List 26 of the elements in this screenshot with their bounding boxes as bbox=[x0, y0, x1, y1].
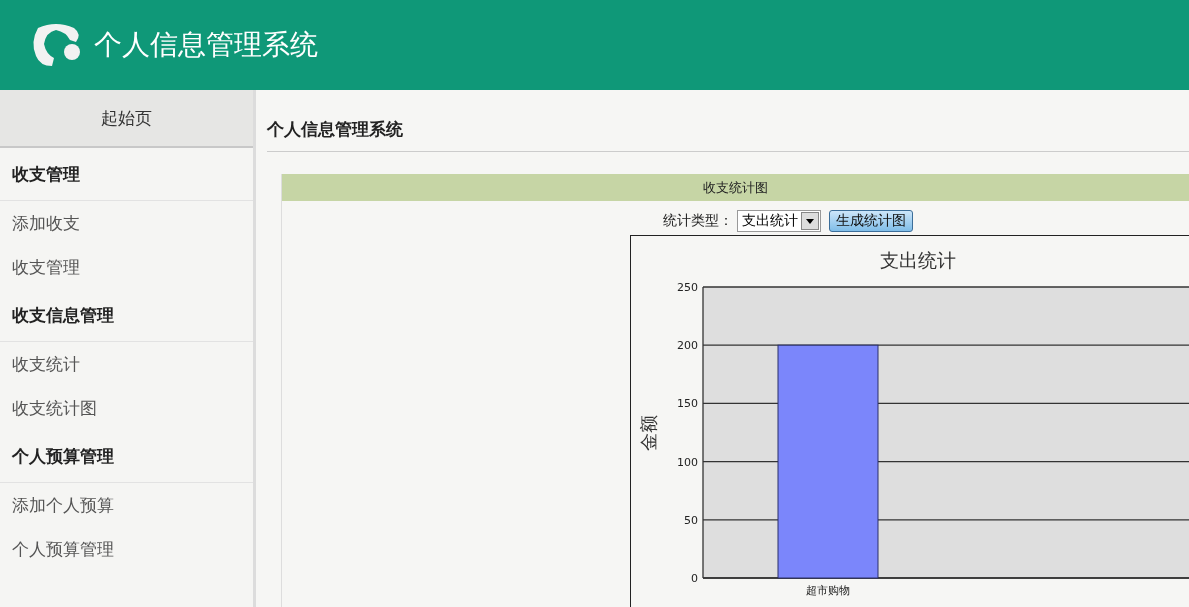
sidebar-item[interactable]: 收支管理 bbox=[0, 245, 253, 289]
panel-header: 收支统计图 bbox=[282, 174, 1189, 201]
filter-label: 统计类型： bbox=[663, 212, 733, 230]
y-tick-label: 100 bbox=[677, 455, 698, 469]
y-tick-label: 50 bbox=[684, 513, 698, 527]
y-tick-label: 150 bbox=[677, 397, 698, 411]
dropdown-icon bbox=[806, 218, 814, 224]
chart-title: 支出统计 bbox=[880, 249, 956, 271]
sidebar-item[interactable]: 添加收支 bbox=[0, 201, 253, 245]
type-select[interactable]: 支出统计 bbox=[737, 210, 821, 232]
sidebar-item[interactable]: 添加个人预算 bbox=[0, 483, 253, 527]
start-page-link[interactable]: 起始页 bbox=[0, 90, 253, 148]
page-title: 个人信息管理系统 bbox=[267, 118, 1189, 152]
sidebar-item[interactable]: 个人预算管理 bbox=[0, 527, 253, 571]
app-title: 个人信息管理系统 bbox=[94, 27, 318, 63]
sidebar-group-heading: 个人预算管理 bbox=[0, 430, 253, 483]
generate-chart-button[interactable]: 生成统计图 bbox=[829, 210, 913, 232]
y-axis-label: 金额 bbox=[638, 414, 659, 451]
sidebar-group-heading: 收支信息管理 bbox=[0, 289, 253, 342]
sidebar-item[interactable]: 收支统计图 bbox=[0, 386, 253, 430]
sidebar-item[interactable]: 收支统计 bbox=[0, 342, 253, 386]
y-tick-label: 200 bbox=[677, 339, 698, 353]
y-tick-label: 0 bbox=[691, 572, 698, 585]
y-tick-label: 250 bbox=[677, 281, 698, 294]
x-category-label: 超市购物 bbox=[806, 584, 850, 597]
sidebar-group-heading: 收支管理 bbox=[0, 148, 253, 201]
